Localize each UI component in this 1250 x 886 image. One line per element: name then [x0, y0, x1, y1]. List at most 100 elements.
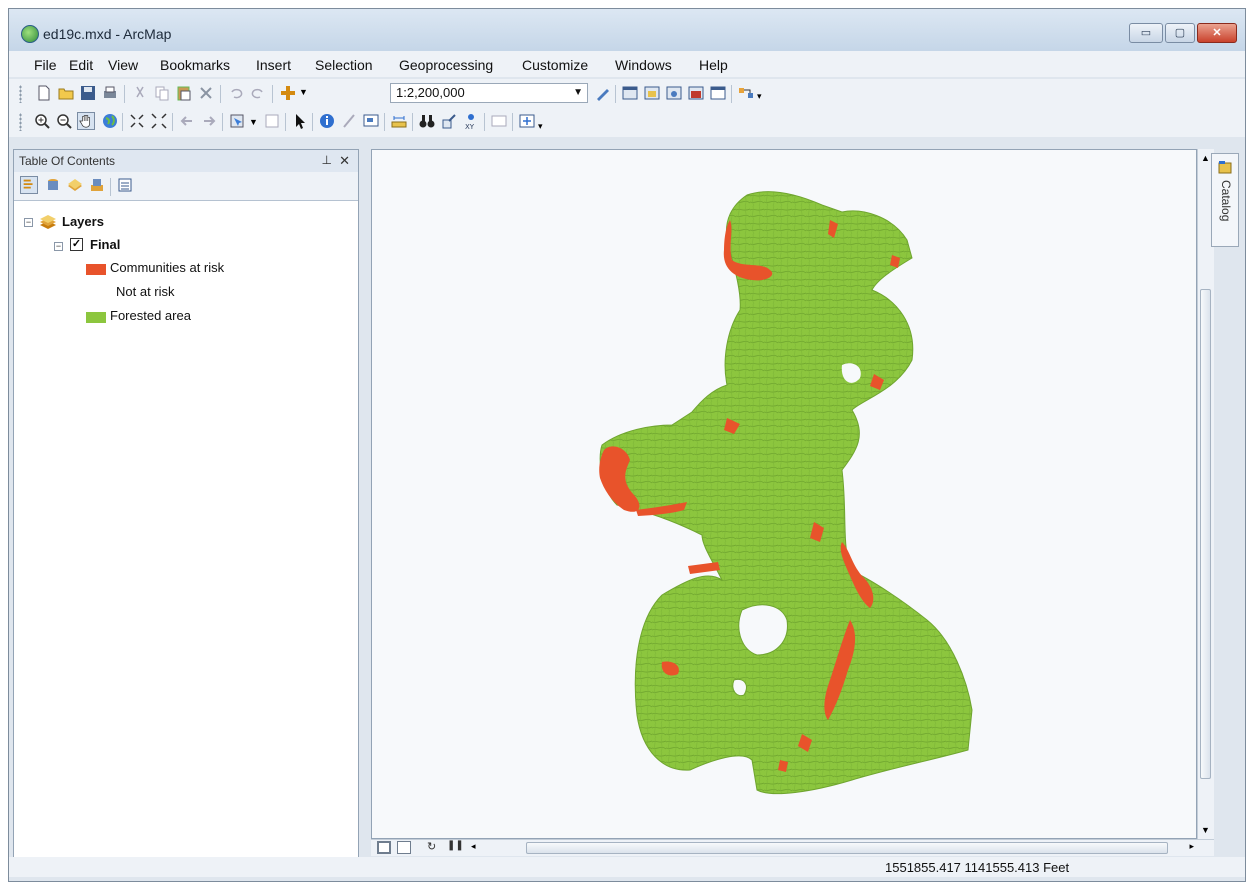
list-by-selection-icon[interactable]	[88, 176, 106, 194]
refresh-icon[interactable]: ↻	[427, 840, 436, 853]
save-icon[interactable]	[79, 84, 97, 102]
menu-bookmarks[interactable]: Bookmarks	[160, 57, 230, 73]
cut-icon[interactable]	[131, 84, 149, 102]
paste-icon[interactable]	[175, 84, 193, 102]
go-to-xy-icon[interactable]: XY	[462, 112, 480, 130]
html-popup-icon[interactable]	[362, 112, 380, 130]
redo-icon[interactable]	[249, 84, 267, 102]
zoom-in-icon[interactable]	[33, 112, 51, 130]
toolbar-options-icon[interactable]: ▾	[757, 91, 762, 102]
pin-icon[interactable]: ⊥	[322, 153, 332, 167]
list-by-visibility-icon[interactable]	[66, 176, 84, 194]
layout-view-button[interactable]	[397, 841, 411, 854]
pause-drawing-icon[interactable]: ❚❚	[447, 840, 464, 851]
scroll-right-arrow-icon[interactable]: ▸	[1189, 841, 1194, 852]
clear-selection-icon[interactable]	[263, 112, 281, 130]
data-frame-layers-label[interactable]: Layers	[62, 214, 104, 229]
new-document-icon[interactable]	[35, 84, 53, 102]
pan-hand-icon[interactable]	[77, 112, 95, 130]
menu-edit[interactable]: Edit	[69, 57, 93, 73]
back-extent-icon[interactable]	[178, 112, 196, 130]
add-data-dropdown-icon[interactable]: ▼	[299, 87, 308, 97]
menu-view[interactable]: View	[108, 57, 138, 73]
options-icon[interactable]	[116, 176, 134, 194]
delete-icon[interactable]	[197, 84, 215, 102]
layer-visibility-checkbox[interactable]: ✓	[70, 238, 83, 251]
select-dropdown-icon[interactable]: ▼	[249, 117, 258, 127]
fixed-zoom-in-icon[interactable]	[128, 112, 146, 130]
scroll-left-arrow-icon[interactable]: ◂	[471, 841, 476, 852]
menu-help[interactable]: Help	[699, 57, 728, 73]
map-vertical-scrollbar[interactable]: ▲ ▼	[1197, 149, 1214, 839]
toolbar-grip[interactable]	[19, 113, 22, 131]
status-bar: 1551855.417 1141555.413 Feet	[9, 857, 1245, 877]
catalog-window-icon[interactable]	[643, 84, 661, 102]
map-scale-combobox[interactable]: 1:2,200,000 ▼	[390, 83, 588, 103]
map-horizontal-scrollbar[interactable]: ↻ ❚❚ ◂ ▸	[371, 839, 1214, 856]
print-icon[interactable]	[101, 84, 119, 102]
menu-windows[interactable]: Windows	[615, 57, 672, 73]
identify-icon[interactable]	[318, 112, 336, 130]
list-by-drawing-order-icon[interactable]	[20, 176, 38, 194]
map-display[interactable]	[371, 149, 1197, 839]
catalog-side-tab[interactable]: Catalog	[1211, 153, 1239, 247]
horizontal-scroll-thumb[interactable]	[526, 842, 1168, 854]
create-viewer-window-icon[interactable]	[518, 112, 536, 130]
modelbuilder-icon[interactable]	[737, 84, 755, 102]
time-slider-icon[interactable]	[490, 112, 508, 130]
copy-icon[interactable]	[153, 84, 171, 102]
toolbar-separator	[412, 113, 413, 131]
open-folder-icon[interactable]	[57, 84, 75, 102]
find-route-icon[interactable]	[440, 112, 458, 130]
menu-customize[interactable]: Customize	[522, 57, 588, 73]
menu-geoprocessing[interactable]: Geoprocessing	[399, 57, 493, 73]
maximize-button[interactable]: ▢	[1165, 23, 1195, 43]
select-elements-arrow-icon[interactable]	[291, 112, 309, 130]
list-by-source-icon[interactable]	[44, 176, 62, 194]
select-features-icon[interactable]	[228, 112, 246, 130]
collapse-layers-icon[interactable]: −	[24, 218, 33, 227]
python-window-icon[interactable]	[709, 84, 727, 102]
toolbar-separator	[484, 113, 485, 131]
find-binoculars-icon[interactable]	[418, 112, 436, 130]
legend-swatch-not-at-risk[interactable]	[86, 288, 106, 299]
menu-selection[interactable]: Selection	[315, 57, 373, 73]
scroll-up-arrow-icon[interactable]: ▲	[1201, 153, 1210, 163]
zoom-out-icon[interactable]	[55, 112, 73, 130]
toolbar-separator	[220, 85, 221, 103]
undo-icon[interactable]	[227, 84, 245, 102]
forward-extent-icon[interactable]	[200, 112, 218, 130]
collapse-final-icon[interactable]: −	[54, 242, 63, 251]
legend-swatch-communities-at-risk[interactable]	[86, 264, 106, 275]
menu-insert[interactable]: Insert	[256, 57, 291, 73]
search-window-icon[interactable]	[665, 84, 683, 102]
data-view-button[interactable]	[377, 841, 391, 854]
toolbar-separator	[122, 113, 123, 131]
minimize-button[interactable]: ▭	[1129, 23, 1163, 43]
full-extent-globe-icon[interactable]	[101, 112, 119, 130]
forested-area-polygons[interactable]	[599, 191, 973, 795]
forest-risk-map[interactable]	[372, 150, 1197, 839]
toolbar-separator	[731, 85, 732, 103]
menu-file[interactable]: File	[34, 57, 57, 73]
toc-close-button[interactable]: ✕	[339, 153, 350, 169]
close-button[interactable]: ✕	[1197, 23, 1237, 43]
table-of-contents-window-icon[interactable]	[621, 84, 639, 102]
legend-label-forested-area[interactable]: Forested area	[110, 308, 191, 323]
measure-icon[interactable]	[390, 112, 408, 130]
fixed-zoom-out-icon[interactable]	[150, 112, 168, 130]
legend-label-communities-at-risk[interactable]: Communities at risk	[110, 260, 224, 275]
legend-swatch-forested-area[interactable]	[86, 312, 106, 323]
layer-final-label[interactable]: Final	[90, 237, 120, 252]
title-bar: ed19c.mxd - ArcMap ▭ ▢ ✕	[9, 9, 1245, 51]
scroll-down-arrow-icon[interactable]: ▼	[1201, 825, 1210, 835]
hyperlink-icon[interactable]	[340, 112, 358, 130]
vertical-scroll-thumb[interactable]	[1200, 289, 1211, 779]
editor-toolbar-icon[interactable]	[594, 84, 612, 102]
add-data-icon[interactable]	[279, 84, 297, 102]
toolbar-options-icon[interactable]: ▾	[538, 121, 543, 132]
chevron-down-icon[interactable]: ▼	[573, 84, 583, 102]
toolbar-grip[interactable]	[19, 85, 22, 103]
legend-label-not-at-risk[interactable]: Not at risk	[110, 284, 175, 299]
arctoolbox-icon[interactable]	[687, 84, 705, 102]
